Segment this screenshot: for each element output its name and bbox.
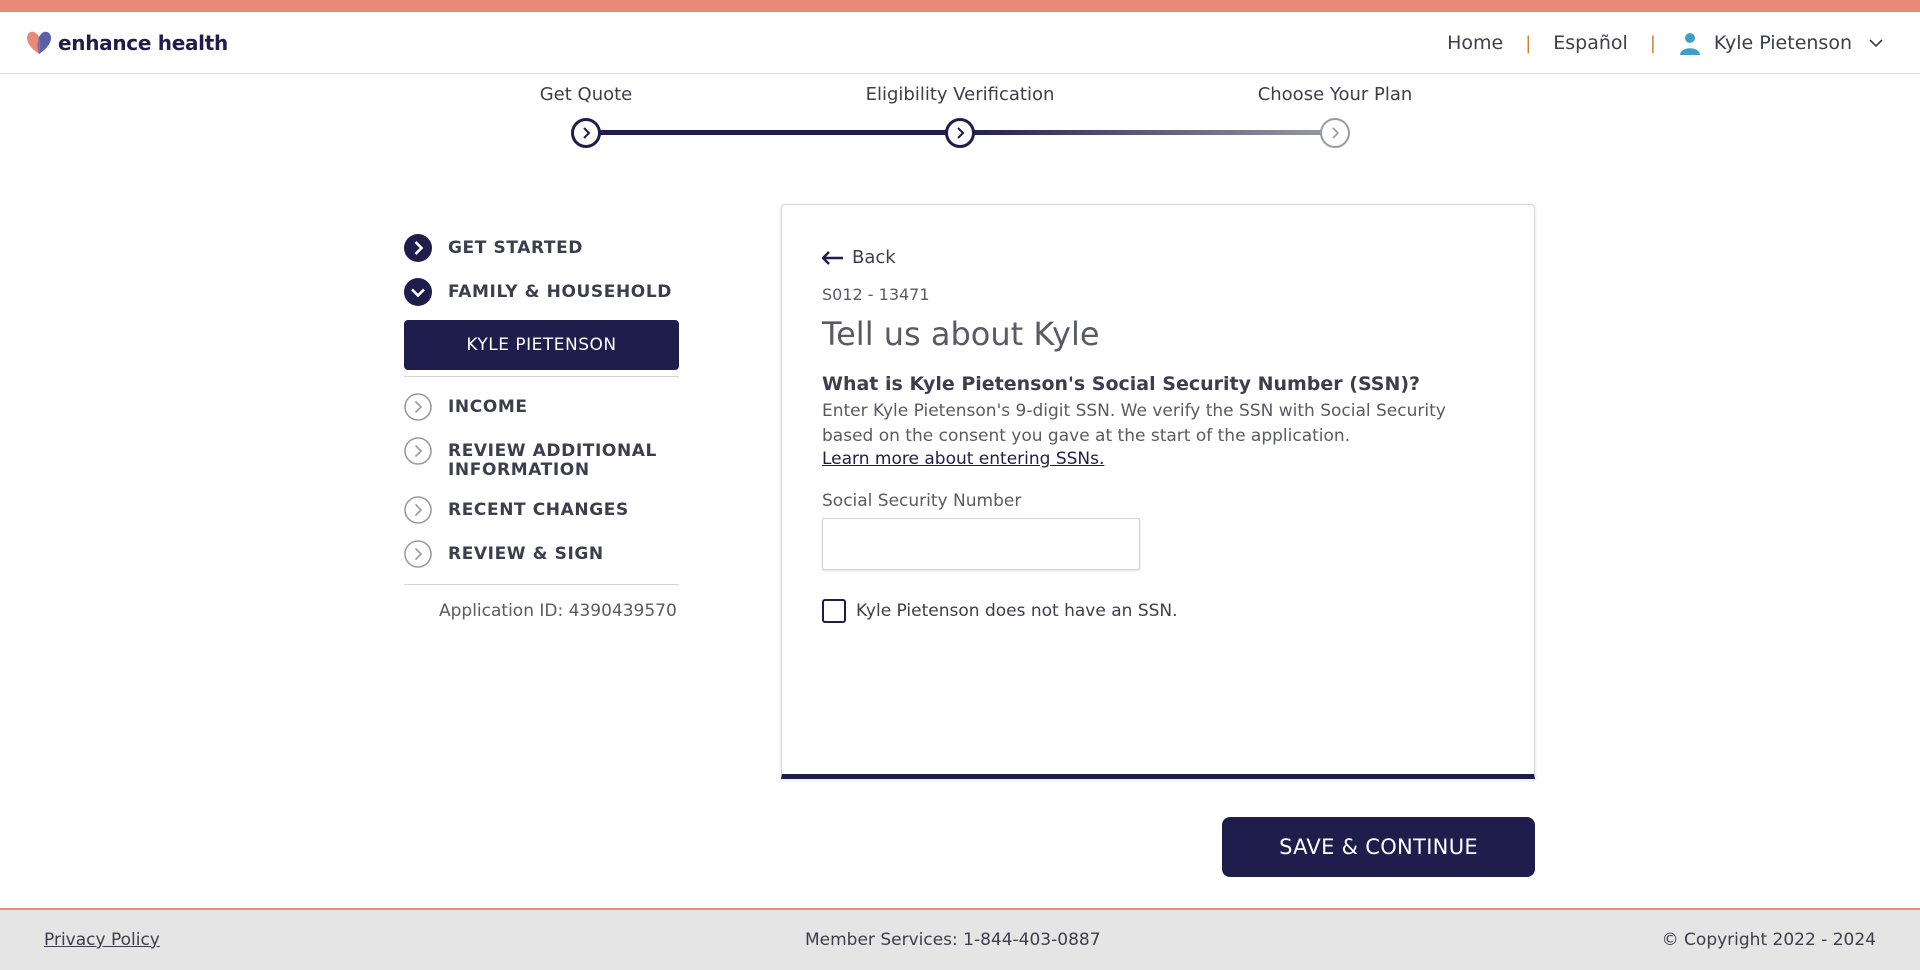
site-footer: Privacy Policy Member Services: 1-844-40… — [0, 908, 1920, 970]
chevron-right-outline-icon — [404, 540, 432, 568]
sidebar-subitem-kyle-pietenson[interactable]: KYLE PIETENSON — [404, 320, 679, 370]
ssn-form-card: Back S012 - 13471 Tell us about Kyle Wha… — [781, 204, 1535, 779]
case-id: S012 - 13471 — [822, 285, 930, 304]
brand-logo[interactable]: enhance health — [24, 28, 228, 58]
ssn-input[interactable] — [822, 518, 1140, 570]
brand-name: enhance health — [58, 31, 228, 55]
top-nav: Home | Español | Kyle Pietenson — [1447, 12, 1884, 74]
sidebar-item-recent-changes[interactable]: RECENT CHANGES — [404, 496, 694, 524]
sidebar-item-family-household[interactable]: FAMILY & HOUSEHOLD — [404, 278, 694, 306]
sidebar-item-review-sign[interactable]: REVIEW & SIGN — [404, 540, 694, 568]
section-sidebar: GET STARTED FAMILY & HOUSEHOLD KYLE PIET… — [404, 234, 694, 621]
back-label: Back — [852, 247, 896, 268]
back-link[interactable]: Back — [822, 247, 896, 268]
sidebar-item-get-started[interactable]: GET STARTED — [404, 234, 694, 262]
nav-home-link[interactable]: Home — [1447, 32, 1503, 54]
step-label-eligibility: Eligibility Verification — [865, 84, 1055, 105]
nav-separator: | — [1525, 32, 1532, 54]
ssn-question: What is Kyle Pietenson's Social Security… — [822, 373, 1421, 395]
sidebar-item-label: RECENT CHANGES — [448, 500, 629, 520]
user-menu[interactable]: Kyle Pietenson — [1678, 31, 1884, 55]
user-name: Kyle Pietenson — [1713, 32, 1852, 54]
chevron-down-filled-icon — [404, 278, 432, 306]
progress-line-partial — [960, 130, 1335, 135]
no-ssn-checkbox-row[interactable]: Kyle Pietenson does not have an SSN. — [822, 599, 1178, 623]
sidebar-item-label: FAMILY & HOUSEHOLD — [448, 282, 672, 302]
step-choose-plan[interactable] — [1320, 118, 1350, 148]
user-icon — [1679, 33, 1700, 55]
progress-stepper: Get Quote Eligibility Verification Choos… — [0, 74, 1920, 164]
ssn-field-label: Social Security Number — [822, 491, 1022, 511]
sidebar-item-label: REVIEW & SIGN — [448, 544, 604, 564]
site-header: enhance health Home | Español | Kyle Pie… — [0, 12, 1920, 74]
copyright: © Copyright 2022 - 2024 — [1661, 930, 1876, 950]
sidebar-item-label: REVIEW ADDITIONAL INFORMATION — [448, 441, 657, 480]
chevron-right-icon — [1332, 127, 1340, 139]
chevron-down-icon — [1869, 39, 1883, 48]
nav-separator: | — [1649, 32, 1656, 54]
chevron-right-icon — [583, 127, 591, 139]
application-id: Application ID: 4390439570 — [439, 601, 677, 621]
ssn-description: Enter Kyle Pietenson's 9-digit SSN. We v… — [822, 401, 1446, 446]
sidebar-divider — [404, 376, 679, 377]
chevron-right-outline-icon — [404, 496, 432, 524]
step-label-get-quote: Get Quote — [539, 84, 633, 105]
page-title: Tell us about Kyle — [822, 315, 1100, 353]
member-services: Member Services: 1-844-403-0887 — [805, 930, 1101, 950]
sidebar-divider — [404, 584, 679, 585]
chevron-right-outline-icon — [404, 437, 432, 465]
learn-more-ssn-link[interactable]: Learn more about entering SSNs. — [822, 449, 1104, 469]
no-ssn-checkbox[interactable] — [822, 599, 846, 623]
sidebar-item-income[interactable]: INCOME — [404, 393, 694, 421]
step-label-choose-plan: Choose Your Plan — [1257, 84, 1413, 105]
step-get-quote[interactable] — [571, 118, 601, 148]
save-continue-button[interactable]: SAVE & CONTINUE — [1222, 817, 1535, 877]
progress-line-complete — [586, 130, 960, 135]
chevron-right-icon — [957, 127, 965, 139]
step-eligibility[interactable] — [945, 118, 975, 148]
sidebar-item-review-additional[interactable]: REVIEW ADDITIONAL INFORMATION — [404, 437, 694, 480]
sidebar-item-label: GET STARTED — [448, 238, 584, 258]
privacy-policy-link[interactable]: Privacy Policy — [44, 930, 160, 950]
sidebar-item-label: INCOME — [448, 397, 528, 417]
arrow-left-icon — [822, 250, 843, 265]
chevron-right-outline-icon — [404, 393, 432, 421]
top-accent-bar — [0, 0, 1920, 12]
no-ssn-label: Kyle Pietenson does not have an SSN. — [856, 601, 1178, 621]
heart-logo-icon — [27, 31, 51, 54]
nav-language-link[interactable]: Español — [1553, 32, 1628, 54]
chevron-right-filled-icon — [404, 234, 432, 262]
